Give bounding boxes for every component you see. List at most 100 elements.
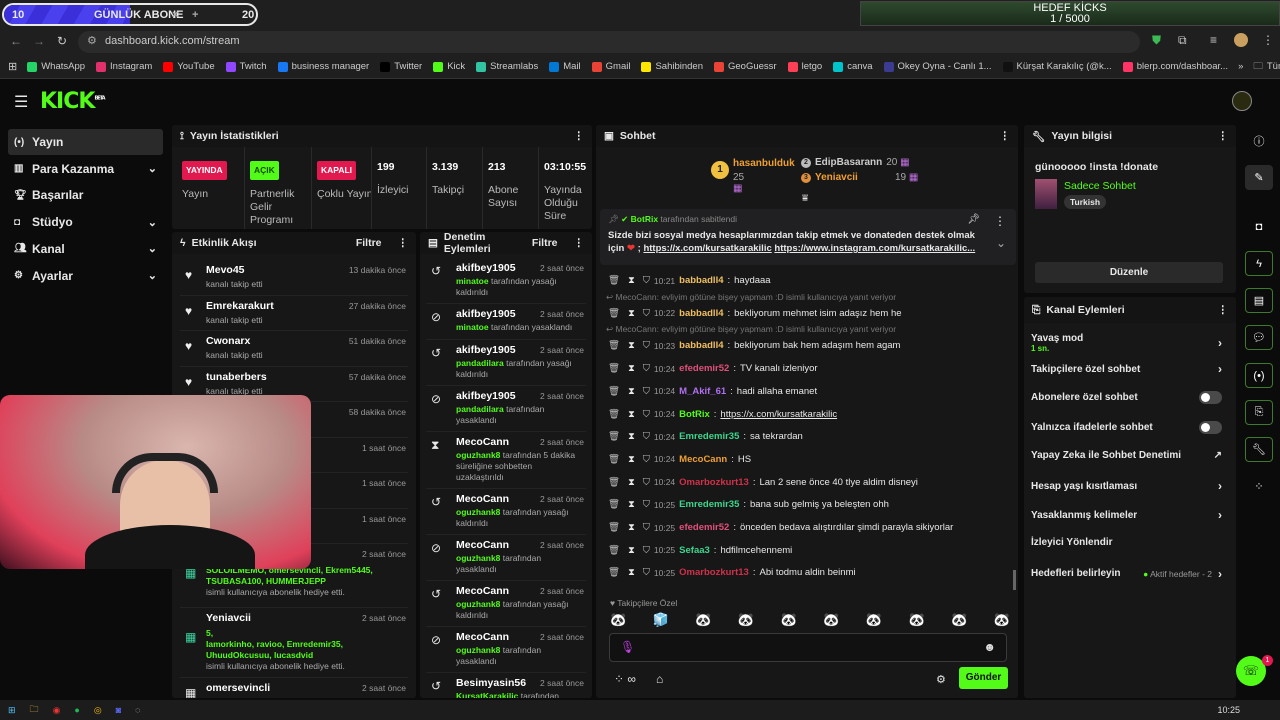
channel-action-item[interactable]: Abonelere özel sohbet (1031, 391, 1222, 405)
ban-shield-icon[interactable]: ⛉ (643, 545, 650, 556)
delete-icon[interactable]: 🗑︎ (608, 363, 620, 374)
sidebar-item-stüdyo[interactable]: ◘ Stüdyo ⌄ (8, 209, 163, 235)
menu-icon[interactable]: ⋮ (1262, 33, 1274, 47)
ban-shield-icon[interactable]: ⛉ (643, 275, 650, 286)
chat-username[interactable]: babbadll4 (679, 275, 723, 286)
obs-icon[interactable]: ◌ (135, 705, 140, 715)
chevron-down-icon[interactable]: ⌄ (148, 216, 157, 229)
chat-username[interactable]: Sefaa3 (679, 545, 710, 556)
kick-logo[interactable]: KICKBETA (40, 89, 106, 114)
reload-icon[interactable]: ↻ (57, 34, 67, 48)
profile-avatar[interactable] (1234, 33, 1248, 47)
bookmark-item[interactable]: Twitch (225, 61, 267, 72)
edit-button[interactable]: Düzenle (1035, 262, 1223, 283)
bookmark-item[interactable]: business manager (277, 61, 369, 72)
chevron-right-icon[interactable]: › (1218, 362, 1222, 376)
bookmark-item[interactable]: Streamlabs (476, 61, 538, 72)
timeout-icon[interactable]: ⧗ (628, 499, 635, 510)
ban-shield-icon[interactable]: ⛉ (643, 499, 650, 510)
filter-button[interactable]: Filtre (532, 237, 558, 249)
more-bookmarks-icon[interactable]: » (1238, 61, 1243, 72)
delete-icon[interactable]: 🗑︎ (608, 340, 620, 351)
emote-icon[interactable]: 🐼 (994, 612, 1010, 628)
bookmark-item[interactable]: Twitter (380, 61, 422, 72)
leaderboard-entry[interactable]: 3 Yeniavcii 19 ▦ (801, 172, 918, 183)
emote-icon[interactable]: 🐼 (951, 612, 967, 628)
chevron-right-icon[interactable]: › (1218, 508, 1222, 522)
timeout-icon[interactable]: ⧗ (628, 477, 635, 488)
send-button[interactable]: Gönder (959, 667, 1008, 689)
chat-username[interactable]: Omarbozkurt13 (679, 477, 749, 488)
chat-username[interactable]: MecoCann (679, 454, 727, 465)
channel-action-item[interactable]: Yasaklanmış kelimeler › (1031, 508, 1222, 522)
channel-action-item[interactable]: Yapay Zeka ile Sohbet Denetimi ↗ (1031, 450, 1222, 461)
delete-icon[interactable]: 🗑︎ (608, 522, 620, 533)
info-icon[interactable]: ⓘ (1245, 128, 1273, 153)
expand-leaderboard-icon[interactable]: ⩸ (802, 193, 808, 204)
leaderboard-entry[interactable]: 1 hasanbulduk 25 ▦ (711, 158, 795, 194)
kicks-icon[interactable]: ⁘ (1245, 474, 1273, 499)
toggle-switch[interactable] (1199, 391, 1222, 405)
bookmark-item[interactable]: WhatsApp (27, 61, 85, 72)
delete-icon[interactable]: 🗑︎ (608, 409, 620, 420)
chat-username[interactable]: Omarbozkurt13 (679, 567, 749, 578)
chat-username[interactable]: efedemir52 (679, 363, 729, 374)
delete-icon[interactable]: 🗑︎ (608, 308, 620, 319)
moderator-name[interactable]: pandadilara (456, 358, 504, 368)
delete-icon[interactable]: 🗑︎ (608, 454, 620, 465)
ban-shield-icon[interactable]: ⛉ (643, 567, 650, 578)
bookmark-item[interactable]: Sahibinden (641, 61, 703, 72)
channel-action-item[interactable]: Yavaş mod 1 sn. › (1031, 333, 1222, 353)
site-info-icon[interactable]: ⚙ (87, 34, 97, 47)
chat-icon[interactable]: 💬︎ (1245, 325, 1273, 350)
store-icon[interactable]: ⌂ (656, 672, 663, 686)
emote-icon[interactable]: 🐼 (738, 612, 754, 628)
chevron-down-icon[interactable]: ⌄ (148, 269, 157, 282)
timeout-icon[interactable]: ⧗ (628, 386, 635, 397)
lightning-icon[interactable]: ϟ (1245, 251, 1273, 276)
bookmark-item[interactable]: GeoGuessr (714, 61, 777, 72)
spotify-icon[interactable]: ● (74, 705, 79, 715)
bookmark-item[interactable]: YouTube (163, 61, 215, 72)
plus-icon[interactable]: + (192, 9, 198, 21)
chrome-icon[interactable]: ◎ (94, 705, 102, 716)
more-options-icon[interactable]: ⋮ (398, 237, 409, 249)
ban-shield-icon[interactable]: ⛉ (643, 363, 650, 374)
bookmark-item[interactable]: canva (833, 61, 873, 72)
delete-icon[interactable]: 🗑︎ (608, 545, 620, 556)
timeout-icon[interactable]: ⧗ (628, 454, 635, 465)
timeout-icon[interactable]: ⧗ (628, 431, 635, 442)
activity-user[interactable]: Yeniavcii (206, 612, 251, 624)
delete-icon[interactable]: 🗑︎ (608, 386, 620, 397)
bookmark-item[interactable]: Gmail (591, 61, 630, 72)
ban-shield-icon[interactable]: ⛉ (643, 308, 650, 319)
address-bar[interactable]: ⚙ dashboard.kick.com/stream (78, 31, 1140, 53)
channel-action-item[interactable]: Hesap yaşı kısıtlaması › (1031, 479, 1222, 493)
edit-pencil-icon[interactable]: ✎ (1245, 165, 1273, 190)
delete-icon[interactable]: 🗑︎ (608, 431, 620, 442)
back-icon[interactable]: ← (10, 34, 22, 48)
timeout-icon[interactable]: ⧗ (628, 308, 635, 319)
delete-icon[interactable]: 🗑︎ (608, 567, 620, 578)
delete-icon[interactable]: 🗑︎ (608, 499, 620, 510)
chat-username[interactable]: Emredemir35 (679, 499, 739, 510)
unpin-icon[interactable]: 📌︎ (967, 214, 980, 225)
capture-icon[interactable]: ◘ (1245, 214, 1273, 239)
sidebar-item-kanal[interactable]: 👥︎ Kanal ⌄ (8, 236, 163, 262)
chat-username[interactable]: efedemir52 (679, 522, 729, 533)
moderator-name[interactable]: minatoe (456, 322, 489, 332)
channel-action-item[interactable]: Takipçilere özel sohbet › (1031, 362, 1222, 376)
bookmark-item[interactable]: Mail (549, 61, 581, 72)
more-options-icon[interactable]: ⋮ (1000, 130, 1011, 142)
bookmark-item[interactable]: blerp.com/dashboar... (1122, 61, 1228, 72)
timeout-icon[interactable]: ⧗ (628, 275, 635, 286)
timeout-icon[interactable]: ⧗ (628, 340, 635, 351)
moderator-name[interactable]: minatoe (456, 276, 489, 286)
hamburger-menu-icon[interactable]: ☰ (14, 92, 28, 112)
ban-shield-icon[interactable]: ⛉ (643, 477, 650, 488)
emote-icon[interactable]: 🐼 (695, 612, 711, 628)
extensions-icon[interactable]: ⧉ (1178, 33, 1187, 48)
broadcast-icon[interactable]: (•) (1245, 363, 1273, 388)
timeout-icon[interactable]: ⧗ (628, 545, 635, 556)
discord-icon[interactable]: ◙ (116, 705, 121, 715)
